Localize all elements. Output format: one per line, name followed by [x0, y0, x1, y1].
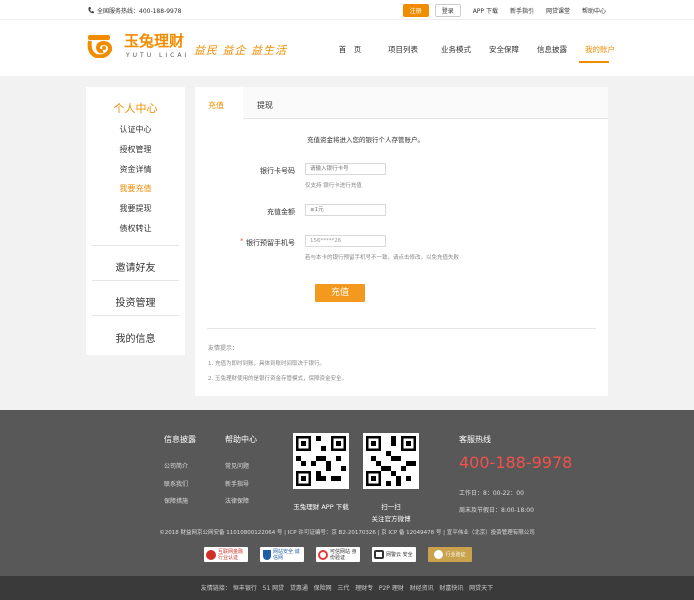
- badge-label: 可信网站 身份验证: [330, 548, 357, 561]
- divider: [207, 328, 596, 329]
- footer-link-guarantee[interactable]: 保障措施: [164, 496, 188, 505]
- divider: [92, 245, 179, 246]
- tip-line: 2. 玉兔理财使用的是银行资金存管模式，保障资金安全。: [208, 376, 347, 382]
- footer-col2-title: 帮助中心: [225, 435, 257, 444]
- friend-link[interactable]: 贷惠通: [290, 585, 308, 592]
- logo[interactable]: 玉兔理财 YUTU LICAI: [86, 30, 189, 59]
- sidebar-item-invite[interactable]: 邀请好友: [86, 259, 185, 274]
- nav-disclosure[interactable]: 信息披露: [528, 44, 576, 55]
- badge-trusted-site-icon[interactable]: 可信网站 身份验证: [316, 547, 360, 562]
- footer-link-contact[interactable]: 联系我们: [164, 479, 188, 488]
- tab-withdraw[interactable]: 提现: [257, 100, 273, 111]
- main-nav: 首 页 项目列表 业务模式 安全保障 信息披露 我的账户: [330, 44, 624, 55]
- app-qr-caption: 玉兔理财 APP 下载: [293, 503, 349, 511]
- badge-label: 网警云 安全: [386, 551, 413, 558]
- logo-chinese: 玉兔理财: [124, 32, 185, 50]
- tip-line: 1. 充值为即时到账，具体到账时间取决于银行。: [208, 361, 325, 367]
- weibo-qr-caption-2: 关注官方微博: [371, 515, 411, 523]
- sidebar-item-auth-center[interactable]: 认证中心: [86, 124, 185, 135]
- friend-links-label: 友情链接：: [200, 585, 231, 592]
- badge-seal-icon: [206, 549, 216, 560]
- weibo-qr-caption-1: 扫一扫: [381, 503, 401, 511]
- phone-label: 银行预留手机号: [246, 239, 295, 247]
- phone-hint: 若与本卡的银行预留手机号不一致，请点击修改，以免充值失败: [305, 255, 460, 261]
- friend-link[interactable]: 财富快讯: [439, 585, 463, 592]
- card-hint: 仅支持 银行卡进行充值: [305, 183, 362, 189]
- service-phone: 400-188-9978: [459, 453, 573, 472]
- badge-ring-icon: [318, 549, 328, 560]
- friend-link[interactable]: 理财专: [355, 585, 373, 592]
- weibo-qr-code-icon: [363, 433, 419, 489]
- friend-link[interactable]: 恒丰银行: [233, 585, 257, 592]
- card-number-input[interactable]: [305, 163, 386, 175]
- badge-industry-verify-icon[interactable]: 行业验证: [428, 547, 472, 562]
- friend-link[interactable]: 财经资讯: [410, 585, 434, 592]
- tips-title: 友情提示：: [208, 345, 239, 352]
- badge-v-icon: [434, 550, 444, 559]
- hotline-text: 全国服务热线：400-188-9978: [97, 8, 182, 15]
- sidebar-item-debt-transfer[interactable]: 债权转让: [86, 223, 185, 234]
- phone-input[interactable]: [305, 235, 386, 247]
- badge-label: 互联网金融 行业认证: [218, 548, 244, 561]
- service-hours-weekday: 工作日：8：00-22：00: [459, 490, 524, 497]
- login-button[interactable]: 登录: [434, 4, 461, 17]
- newbie-guide-link[interactable]: 新手指引: [510, 6, 534, 15]
- copyright: ©2018 财益网京公网安备 11010800122064 号 | ICP 许可…: [159, 530, 535, 536]
- nav-home[interactable]: 首 页: [330, 44, 370, 55]
- footer-col1-title: 信息披露: [164, 435, 196, 444]
- loan-class-link[interactable]: 网贷课堂: [546, 6, 570, 15]
- app-qr-code-icon: [293, 433, 349, 489]
- friend-link[interactable]: 51 网贷: [263, 585, 285, 592]
- rabbit-logo-icon: [86, 32, 122, 58]
- sidebar-item-my-info[interactable]: 我的信息: [86, 330, 185, 345]
- app-download-link[interactable]: APP 下载: [473, 6, 498, 15]
- recharge-notice: 充值资金将进入您的银行个人存管账户。: [307, 136, 424, 144]
- friend-link[interactable]: P2P 理财: [379, 585, 404, 592]
- service-title: 客服热线: [459, 435, 491, 444]
- sidebar: 个人中心 认证中心 授权管理 资金详情 我要充值 我要提现 债权转让 邀请好友 …: [86, 87, 185, 355]
- register-button[interactable]: 注册: [402, 4, 429, 17]
- friend-links: 友情链接： 恒丰银行 51 网贷 贷惠通 保险网 三代 理财专 P2P 理财 财…: [0, 583, 694, 592]
- recharge-panel: 充值 提现 充值资金将进入您的银行个人存管账户。 银行卡号码 仅支持 银行卡进行…: [195, 87, 608, 396]
- divider: [92, 315, 179, 316]
- nav-projects[interactable]: 项目列表: [374, 44, 432, 55]
- footer-link-legal[interactable]: 法律保障: [225, 496, 249, 505]
- badge-internet-finance-icon[interactable]: 互联网金融 行业认证: [204, 547, 248, 562]
- sidebar-item-investment[interactable]: 投资管理: [86, 294, 185, 309]
- amount-input[interactable]: [305, 204, 386, 216]
- nav-my-account[interactable]: 我的账户: [576, 44, 624, 55]
- tab-bar: 充值 提现: [195, 87, 608, 119]
- tab-recharge[interactable]: 充值: [208, 100, 224, 111]
- footer-link-faq[interactable]: 常见问题: [225, 461, 249, 470]
- logo-english: YUTU LICAI: [126, 52, 190, 59]
- divider: [92, 280, 179, 281]
- sidebar-item-authorization[interactable]: 授权管理: [86, 144, 185, 155]
- slogan: 益民 益企 益生活: [194, 44, 287, 57]
- card-number-label: 银行卡号码: [260, 167, 295, 175]
- nav-active-underline: [579, 61, 609, 63]
- friend-link[interactable]: 网贷天下: [469, 585, 493, 592]
- footer-link-newbie[interactable]: 新手指导: [225, 479, 249, 488]
- nav-security[interactable]: 安全保障: [480, 44, 528, 55]
- badge-label: 网站安全 诚信网: [273, 548, 300, 561]
- nav-business-model[interactable]: 业务模式: [434, 44, 478, 55]
- hotline: 全国服务热线：400-188-9978: [88, 6, 182, 15]
- badge-cloud-icon: [374, 550, 384, 559]
- sidebar-item-fund-details[interactable]: 资金详情: [86, 164, 185, 175]
- sidebar-title: 个人中心: [113, 102, 158, 115]
- recharge-submit-button[interactable]: 充值: [315, 284, 365, 302]
- badge-shield-icon: [263, 549, 271, 560]
- help-center-link[interactable]: 帮助中心: [582, 6, 606, 15]
- service-hours-weekend: 周末及节假日：8:00-18:00: [459, 507, 534, 514]
- sidebar-item-recharge[interactable]: 我要充值: [86, 183, 185, 194]
- badge-cyber-police-icon[interactable]: 网警云 安全: [372, 547, 416, 562]
- sidebar-item-withdraw[interactable]: 我要提现: [86, 203, 185, 214]
- friend-link[interactable]: 三代: [337, 585, 349, 592]
- badge-website-security-icon[interactable]: 网站安全 诚信网: [260, 547, 304, 562]
- badge-label: 行业验证: [445, 552, 466, 558]
- phone-icon: [88, 7, 94, 14]
- footer-link-company[interactable]: 公司简介: [164, 461, 188, 470]
- amount-label: 充值金额: [267, 208, 295, 216]
- friend-link[interactable]: 保险网: [314, 585, 332, 592]
